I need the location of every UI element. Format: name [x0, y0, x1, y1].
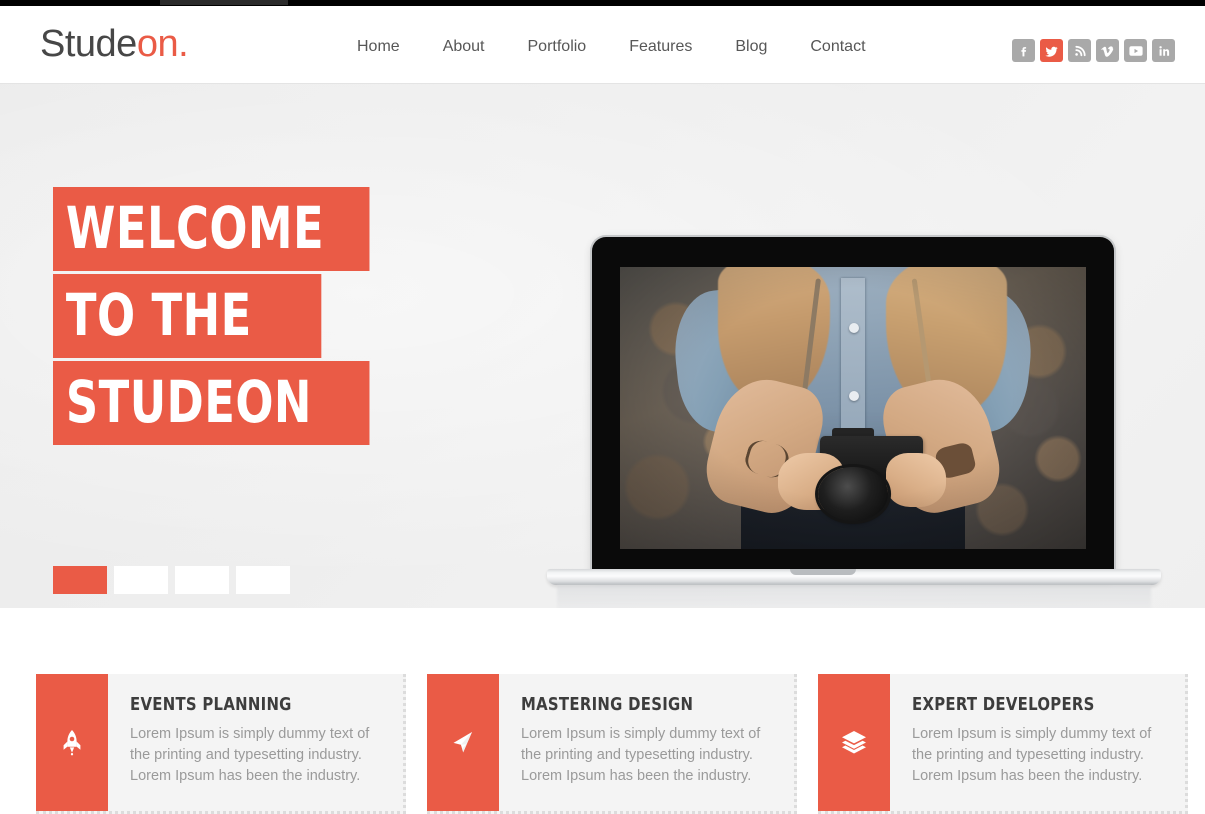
slider-dot-1[interactable]: [53, 566, 107, 594]
cursor-icon: [427, 674, 499, 811]
feature-card-row: EVENTS PLANNING Lorem Ipsum is simply du…: [36, 674, 1188, 814]
nav-item-contact[interactable]: Contact: [810, 38, 865, 56]
nav-item-blog[interactable]: Blog: [735, 38, 767, 56]
feature-card-events-planning[interactable]: EVENTS PLANNING Lorem Ipsum is simply du…: [36, 674, 406, 814]
facebook-icon[interactable]: [1012, 39, 1035, 62]
main-navigation: Home About Portfolio Features Blog Conta…: [357, 38, 866, 56]
slider-dot-4[interactable]: [236, 566, 290, 594]
nav-item-home[interactable]: Home: [357, 38, 400, 56]
feature-card-body: MASTERING DESIGN Lorem Ipsum is simply d…: [499, 674, 794, 811]
hero-caption-line-3: STUDEON: [53, 361, 370, 445]
feature-card-body: EVENTS PLANNING Lorem Ipsum is simply du…: [108, 674, 403, 811]
feature-card-expert-developers[interactable]: EXPERT DEVELOPERS Lorem Ipsum is simply …: [818, 674, 1188, 814]
feature-card-body: EXPERT DEVELOPERS Lorem Ipsum is simply …: [890, 674, 1185, 811]
laptop-mockup: [513, 94, 1161, 608]
slider-dot-3[interactable]: [175, 566, 229, 594]
feature-card-title: EVENTS PLANNING: [130, 694, 292, 715]
vimeo-icon[interactable]: [1096, 39, 1119, 62]
nav-item-features[interactable]: Features: [629, 38, 692, 56]
nav-item-portfolio[interactable]: Portfolio: [528, 38, 587, 56]
layers-icon: [818, 674, 890, 811]
photo-vignette: [620, 267, 1086, 549]
youtube-icon[interactable]: [1124, 39, 1147, 62]
laptop-lid: [592, 237, 1114, 577]
hero-slider: WELCOME TO THE STUDEON: [0, 84, 1205, 608]
feature-card-title: EXPERT DEVELOPERS: [912, 694, 1095, 715]
hero-caption: WELCOME TO THE STUDEON: [53, 187, 421, 448]
nav-item-about[interactable]: About: [443, 38, 485, 56]
browser-tab-strip: [160, 0, 288, 5]
logo-text-primary: Stude: [40, 23, 137, 65]
feature-card-text: Lorem Ipsum is simply dummy text of the …: [912, 726, 1152, 784]
logo-text-accent: on.: [136, 23, 189, 65]
rocket-icon: [36, 674, 108, 811]
slider-pagination: [53, 566, 290, 594]
laptop-screen-image: [620, 267, 1086, 549]
features-section: EVENTS PLANNING Lorem Ipsum is simply du…: [0, 608, 1205, 814]
site-header: Studeon. Home About Portfolio Features B…: [0, 6, 1205, 84]
laptop-notch: [790, 569, 856, 575]
feature-card-mastering-design[interactable]: MASTERING DESIGN Lorem Ipsum is simply d…: [427, 674, 797, 814]
feature-card-title: MASTERING DESIGN: [521, 694, 694, 715]
feature-card-text: Lorem Ipsum is simply dummy text of the …: [130, 726, 370, 784]
hero-caption-line-2: TO THE: [53, 274, 322, 358]
feature-card-text: Lorem Ipsum is simply dummy text of the …: [521, 726, 761, 784]
hero-caption-line-1: WELCOME: [53, 187, 370, 271]
social-icon-bar: [1012, 39, 1175, 62]
twitter-icon[interactable]: [1040, 39, 1063, 62]
site-logo[interactable]: Studeon.: [40, 23, 189, 66]
linkedin-icon[interactable]: [1152, 39, 1175, 62]
slider-dot-2[interactable]: [114, 566, 168, 594]
laptop-reflection: [557, 585, 1151, 608]
rss-icon[interactable]: [1068, 39, 1091, 62]
